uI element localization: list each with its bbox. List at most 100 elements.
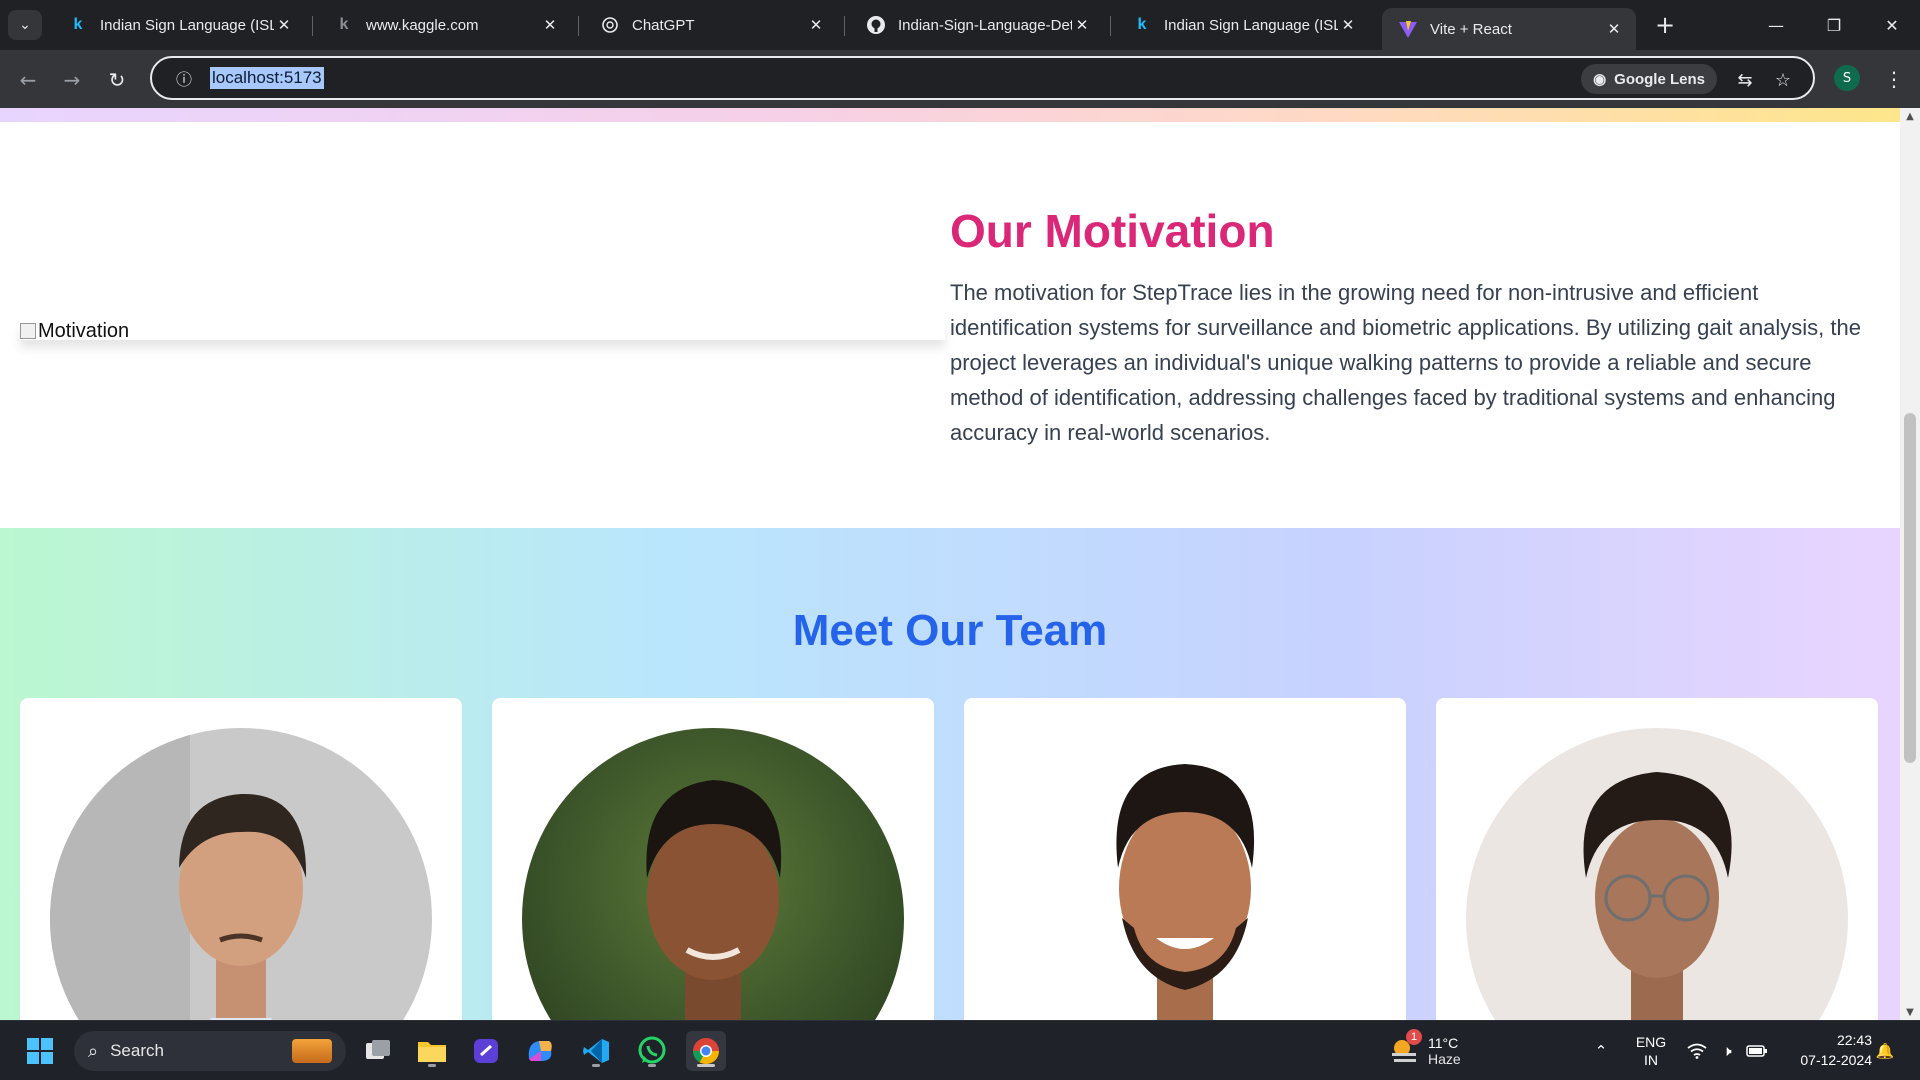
language-line-2: IN — [1644, 1052, 1658, 1068]
language-line-1: ENG — [1635, 1034, 1667, 1050]
address-bar[interactable]: ⓘ localhost:5173 ◉ Google Lens ⇆ ☆ — [150, 56, 1815, 100]
file-explorer-button[interactable] — [412, 1031, 452, 1071]
task-view-button[interactable] — [358, 1031, 398, 1071]
vite-icon — [1398, 19, 1418, 39]
volume-muted-icon[interactable]: 🕨 — [1714, 1031, 1740, 1071]
reload-icon: ↻ — [108, 68, 126, 92]
close-icon[interactable]: ✕ — [540, 16, 560, 34]
chrome-button[interactable] — [686, 1031, 726, 1071]
vscode-button[interactable] — [576, 1031, 616, 1071]
copilot-button[interactable] — [520, 1031, 560, 1071]
clock-date: 07-12-2024 — [1800, 1052, 1872, 1068]
star-icon[interactable]: ☆ — [1769, 66, 1797, 94]
broken-image-icon — [20, 323, 36, 339]
weather-condition: Haze — [1428, 1051, 1461, 1067]
scroll-thumb[interactable] — [1904, 413, 1916, 763]
motivation-section: Motivation Our Motivation The motivation… — [0, 122, 1900, 528]
snipping-tool-icon — [474, 1039, 498, 1063]
url-text[interactable]: localhost:5173 — [210, 67, 324, 89]
team-member-photo-1 — [50, 728, 432, 1020]
close-icon[interactable]: ✕ — [1338, 16, 1358, 34]
google-lens-button[interactable]: ◉ Google Lens — [1581, 64, 1717, 94]
tab-separator — [844, 16, 845, 36]
tab-3[interactable]: ChatGPT ✕ — [584, 8, 838, 42]
tab-1[interactable]: k Indian Sign Language (ISL) ✕ — [52, 8, 306, 42]
tab-strip: ⌄ k Indian Sign Language (ISL) ✕ k www.k… — [0, 0, 1920, 50]
close-window-button[interactable]: ✕ — [1864, 0, 1920, 50]
close-icon[interactable]: ✕ — [274, 16, 294, 34]
tab-title: Indian-Sign-Language-Det — [898, 16, 1072, 34]
team-member-photo-4 — [1466, 728, 1848, 1020]
language-indicator[interactable]: ENG IN — [1628, 1031, 1674, 1071]
arrow-left-icon: ← — [19, 68, 37, 92]
vscode-icon — [583, 1039, 609, 1063]
running-indicator — [592, 1064, 600, 1067]
tab-title: ChatGPT — [632, 16, 695, 34]
chatgpt-icon — [600, 15, 620, 35]
copilot-icon — [528, 1041, 552, 1061]
back-button[interactable]: ← — [12, 64, 44, 96]
team-member-photo-2 — [522, 728, 904, 1020]
folder-icon — [418, 1042, 446, 1062]
page-scrollbar[interactable]: ▲ ▼ — [1900, 108, 1920, 1020]
site-info-icon[interactable]: ⓘ — [164, 66, 204, 90]
team-section: Meet Our Team — [0, 528, 1900, 1020]
whatsapp-icon — [638, 1036, 666, 1064]
tab-separator — [312, 16, 313, 36]
tab-title: Indian Sign Language (ISL) — [1164, 16, 1338, 34]
windows-taskbar: ⌕ Search 11°C Haze 1 ⌃ ENG IN 🕨 22:43 07… — [0, 1020, 1920, 1080]
close-icon[interactable]: ✕ — [806, 16, 826, 34]
reload-button[interactable]: ↻ — [101, 64, 133, 96]
battery-icon[interactable] — [1744, 1031, 1770, 1071]
team-member-photo-3 — [994, 728, 1376, 1020]
tab-title: www.kaggle.com — [366, 16, 479, 34]
tab-title: Indian Sign Language (ISL) — [100, 16, 274, 34]
bell-icon[interactable]: 🔔 — [1872, 1031, 1898, 1071]
tab-4[interactable]: Indian-Sign-Language-Det ✕ — [850, 8, 1104, 42]
close-icon[interactable]: ✕ — [1072, 16, 1092, 34]
app-button-purple[interactable] — [466, 1031, 506, 1071]
github-icon — [866, 15, 886, 35]
tab-5[interactable]: k Indian Sign Language (ISL) ✕ — [1116, 8, 1370, 42]
chrome-icon — [692, 1038, 720, 1065]
system-clock[interactable]: 22:43 07-12-2024 — [1772, 1030, 1872, 1070]
kaggle-icon: k — [73, 16, 83, 33]
minimize-icon: — — [1768, 15, 1784, 35]
windows-icon — [27, 1038, 53, 1064]
running-indicator — [428, 1064, 436, 1067]
google-lens-label: Google Lens — [1614, 70, 1705, 88]
search-icon: ⌕ — [88, 1040, 99, 1061]
close-icon[interactable]: ✕ — [1604, 20, 1624, 38]
scroll-down-icon[interactable]: ▼ — [1900, 1004, 1920, 1020]
motivation-text: The motivation for StepTrace lies in the… — [950, 280, 1861, 445]
running-indicator — [648, 1064, 656, 1067]
image-alt-text: Motivation — [38, 319, 130, 342]
menu-dots-icon[interactable]: ⋮ — [1882, 64, 1906, 94]
wifi-icon[interactable] — [1684, 1031, 1710, 1071]
whatsapp-button[interactable] — [632, 1031, 672, 1071]
browser-toolbar: ← → ↻ ⓘ localhost:5173 ◉ Google Lens ⇆ ☆… — [0, 50, 1920, 108]
forward-button[interactable]: → — [56, 64, 88, 96]
weather-widget[interactable]: 11°C Haze — [1390, 1031, 1470, 1071]
taskbar-search[interactable]: ⌕ Search — [74, 1031, 346, 1071]
task-view-icon — [366, 1040, 390, 1059]
running-indicator — [697, 1064, 715, 1067]
gradient-strip — [0, 108, 1900, 122]
profile-avatar[interactable]: S — [1834, 65, 1860, 91]
chevron-up-icon[interactable]: ⌃ — [1588, 1031, 1614, 1071]
restore-button[interactable]: ❐ — [1806, 0, 1862, 50]
tab-search-button[interactable]: ⌄ — [8, 10, 42, 40]
tab-separator — [1110, 16, 1111, 36]
minimize-button[interactable]: — — [1748, 0, 1804, 50]
translate-icon[interactable]: ⇆ — [1731, 66, 1759, 94]
team-title: Meet Our Team — [792, 606, 1108, 655]
notification-badge: 1 — [1406, 1029, 1422, 1045]
weather-temperature: 11°C — [1428, 1035, 1459, 1051]
scroll-up-icon[interactable]: ▲ — [1900, 108, 1920, 124]
tab-2[interactable]: k www.kaggle.com ✕ — [318, 8, 572, 42]
new-tab-button[interactable]: + — [1650, 10, 1680, 40]
start-button[interactable] — [20, 1031, 60, 1071]
tab-6-active[interactable]: Vite + React ✕ — [1382, 8, 1636, 50]
camera-icon: ◉ — [1593, 71, 1607, 88]
team-card-1 — [20, 698, 462, 1020]
